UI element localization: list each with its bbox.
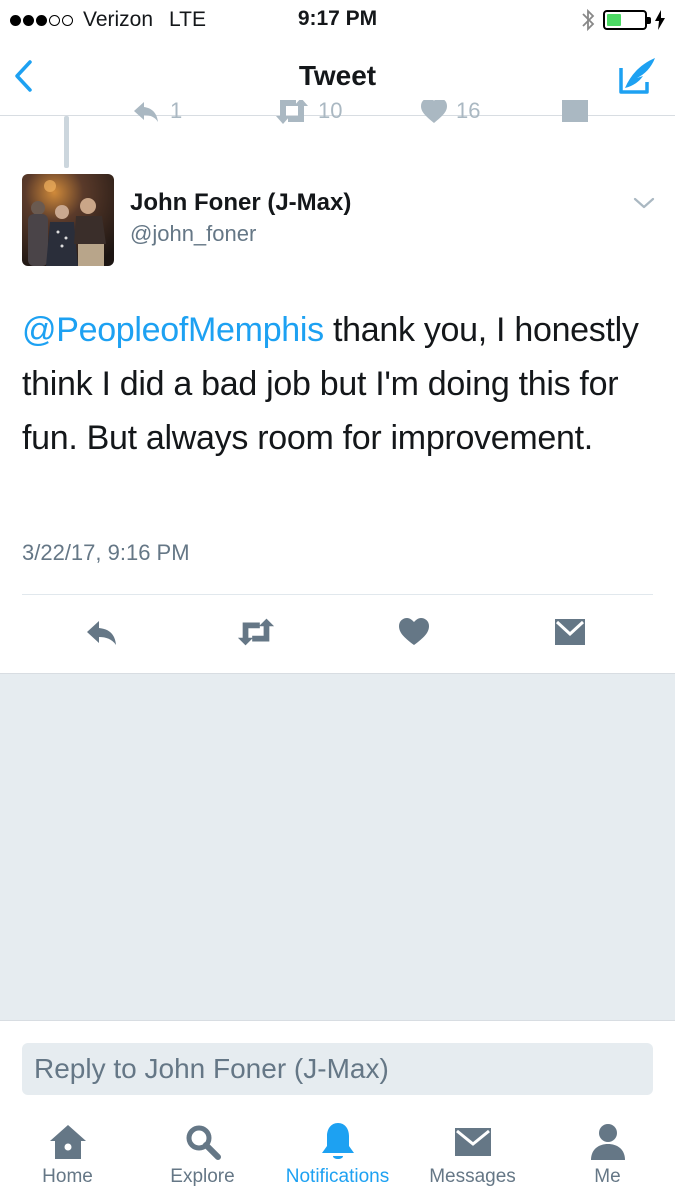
author-name[interactable]: John Foner (J-Max) — [130, 189, 351, 217]
compose-quill-icon — [619, 58, 655, 94]
chevron-down-icon — [633, 197, 655, 209]
tab-me[interactable]: Me — [540, 1120, 675, 1200]
prev-reply: 1 — [130, 100, 182, 126]
tab-home-label: Home — [42, 1166, 93, 1187]
bluetooth-icon — [582, 8, 595, 32]
battery-icon — [603, 10, 651, 30]
retweet-icon — [237, 618, 275, 646]
envelope-icon — [555, 619, 585, 645]
tab-home[interactable]: Home — [0, 1120, 135, 1200]
reply-icon — [134, 102, 158, 122]
tab-me-label: Me — [594, 1166, 621, 1187]
tab-explore-label: Explore — [170, 1166, 235, 1187]
reply-icon — [87, 621, 116, 645]
person-icon — [590, 1124, 625, 1160]
prev-dm — [560, 100, 590, 130]
avatar-photo — [22, 174, 114, 266]
heart-icon — [399, 618, 429, 645]
heart-icon — [421, 100, 447, 123]
tweet-options-button[interactable] — [633, 195, 655, 211]
like-button[interactable] — [394, 612, 434, 652]
charging-bolt-icon — [655, 10, 665, 30]
search-icon — [186, 1125, 221, 1160]
tab-bar: Home Explore Notifications Messages Me — [0, 1110, 675, 1200]
envelope-icon — [562, 100, 588, 122]
prev-retweet: 10 — [274, 100, 342, 126]
retweet-icon — [276, 100, 308, 124]
divider — [22, 594, 653, 595]
author-handle[interactable]: @john_foner — [130, 221, 256, 247]
tweet-text: @PeopleofMemphis thank you, I honestly t… — [22, 303, 652, 465]
retweet-button[interactable] — [236, 612, 276, 652]
compose-tweet-button[interactable] — [617, 54, 657, 96]
mention-link[interactable]: @PeopleofMemphis — [22, 311, 324, 349]
thread-connector-line — [64, 116, 69, 168]
tweet-timestamp: 3/22/17, 9:16 PM — [22, 540, 190, 565]
prev-retweet-count: 10 — [318, 100, 343, 123]
tab-notifications-label: Notifications — [285, 1166, 390, 1187]
status-time: 9:17 PM — [297, 7, 378, 30]
avatar[interactable] — [22, 174, 114, 266]
empty-replies-area — [0, 673, 675, 1020]
prev-like-count: 16 — [456, 100, 481, 123]
home-icon — [49, 1125, 86, 1159]
status-bar: Verizon LTE 9:17 PM — [0, 0, 675, 40]
envelope-icon — [454, 1128, 491, 1156]
bell-icon — [321, 1123, 354, 1159]
tab-messages-label: Messages — [429, 1166, 516, 1187]
prev-like: 16 — [420, 100, 480, 126]
page-title: Tweet — [298, 60, 377, 91]
direct-message-button[interactable] — [550, 612, 590, 652]
tab-notifications[interactable]: Notifications — [270, 1120, 405, 1200]
tab-messages[interactable]: Messages — [405, 1120, 540, 1200]
tweet-actions — [0, 612, 675, 658]
previous-tweet-actions: 1 10 16 — [0, 100, 675, 130]
reply-input[interactable] — [22, 1043, 653, 1095]
prev-reply-count: 1 — [170, 100, 183, 123]
status-right — [581, 8, 665, 32]
reply-bar — [0, 1020, 675, 1110]
reply-button[interactable] — [82, 612, 122, 652]
tab-explore[interactable]: Explore — [135, 1120, 270, 1200]
